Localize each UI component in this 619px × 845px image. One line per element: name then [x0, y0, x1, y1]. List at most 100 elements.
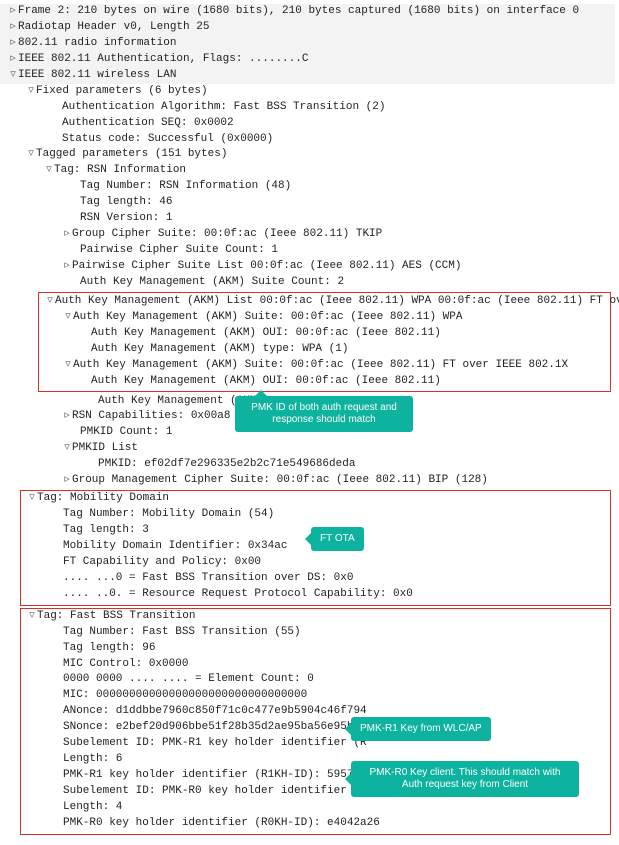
- ft-tag-length: Tag length: 96: [21, 641, 610, 657]
- text: PMK-R1 key holder identifier (R1KH-ID): …: [63, 768, 380, 784]
- highlight-mobility-domain-box: ▿Tag: Mobility Domain Tag Number: Mobili…: [20, 490, 611, 606]
- fixed-params[interactable]: ▿Fixed parameters (6 bytes): [0, 84, 615, 100]
- text: MIC Control: 0x0000: [63, 657, 188, 673]
- akm-suite-count: Auth Key Management (AKM) Suite Count: 2: [0, 275, 615, 291]
- text: RSN Capabilities: 0x00a8: [72, 409, 230, 425]
- rsn-tag-length: Tag length: 46: [0, 195, 615, 211]
- callout-text: PMK ID of both auth request and response…: [251, 402, 397, 425]
- chevron-right-icon: ▹: [8, 52, 18, 68]
- chevron-right-icon: ▹: [8, 20, 18, 36]
- tag-mobility-domain[interactable]: ▿Tag: Mobility Domain: [21, 491, 610, 507]
- callout-pmk-r1: PMK-R1 Key from WLC/AP: [351, 717, 491, 741]
- akm-list[interactable]: ▿Auth Key Management (AKM) List 00:0f:ac…: [39, 294, 610, 310]
- pmkid-value: PMKID: ef02df7e296335e2b2c71e549686deda: [0, 457, 615, 473]
- chevron-down-icon: ▿: [26, 84, 36, 100]
- rsn-tag-number: Tag Number: RSN Information (48): [0, 179, 615, 195]
- akm-suite-wpa[interactable]: ▿Auth Key Management (AKM) Suite: 00:0f:…: [39, 310, 610, 326]
- text: Tag: Mobility Domain: [37, 491, 169, 507]
- ft-tag-number: Tag Number: Fast BSS Transition (55): [21, 625, 610, 641]
- chevron-down-icon: ▿: [26, 147, 36, 163]
- text: RSN Version: 1: [80, 211, 172, 227]
- text: Tag Number: RSN Information (48): [80, 179, 291, 195]
- md-rrp-capability: .... ..0. = Resource Request Protocol Ca…: [21, 587, 610, 603]
- chevron-right-icon: ▹: [62, 409, 72, 425]
- text: Auth Key Management (AKM) Suite: 00:0f:a…: [73, 310, 462, 326]
- section-radiotap[interactable]: ▹Radiotap Header v0, Length 25: [0, 20, 615, 36]
- callout-ft-ota: FT OTA: [311, 527, 364, 551]
- text: ANonce: d1ddbbe7960c850f71c0c477e9b5904c…: [63, 704, 367, 720]
- ft-mic-control: MIC Control: 0x0000: [21, 657, 610, 673]
- group-mgmt-cipher[interactable]: ▹Group Management Cipher Suite: 00:0f:ac…: [0, 473, 615, 489]
- text: Pairwise Cipher Suite List 00:0f:ac (Iee…: [72, 259, 461, 275]
- group-cipher-suite[interactable]: ▹Group Cipher Suite: 00:0f:ac (Ieee 802.…: [0, 227, 615, 243]
- md-tag-number: Tag Number: Mobility Domain (54): [21, 507, 610, 523]
- chevron-down-icon: ▿: [27, 609, 37, 625]
- chevron-down-icon: ▿: [62, 441, 72, 457]
- chevron-right-icon: ▹: [62, 259, 72, 275]
- text: Group Cipher Suite: 00:0f:ac (Ieee 802.1…: [72, 227, 382, 243]
- pairwise-count: Pairwise Cipher Suite Count: 1: [0, 243, 615, 259]
- text: Tag length: 46: [80, 195, 172, 211]
- chevron-right-icon: ▹: [62, 473, 72, 489]
- chevron-down-icon: ▿: [27, 491, 37, 507]
- chevron-right-icon: ▹: [8, 36, 18, 52]
- text: Group Management Cipher Suite: 00:0f:ac …: [72, 473, 488, 489]
- text: IEEE 802.11 Authentication, Flags: .....…: [18, 52, 308, 68]
- ft-r0kh-id: PMK-R0 key holder identifier (R0KH-ID): …: [21, 816, 610, 832]
- text: Auth Key Management (AKM) OUI: 00:0f:ac …: [91, 326, 441, 342]
- ft-length-r0: Length: 4: [21, 800, 610, 816]
- callout-text: PMK-R1 Key from WLC/AP: [360, 723, 482, 734]
- ft-snonce: SNonce: e2bef20d906bbe51f28b35d2ae95ba56…: [21, 720, 610, 736]
- text: Tag: RSN Information: [54, 163, 186, 179]
- text: Tag length: 96: [63, 641, 155, 657]
- chevron-down-icon: ▿: [44, 163, 54, 179]
- callout-text: FT OTA: [320, 533, 355, 544]
- chevron-down-icon: ▿: [45, 294, 55, 310]
- text: .... ..0. = Resource Request Protocol Ca…: [63, 587, 413, 603]
- text: Auth Key Management (AKM) type: WPA (1): [91, 342, 348, 358]
- text: 802.11 radio information: [18, 36, 176, 52]
- text: Auth Key Management (AKM) Suite Count: 2: [80, 275, 344, 291]
- text: PMKID List: [72, 441, 138, 457]
- text: Tagged parameters (151 bytes): [36, 147, 227, 163]
- tagged-params[interactable]: ▿Tagged parameters (151 bytes): [0, 147, 615, 163]
- ft-mic: MIC: 00000000000000000000000000000000: [21, 688, 610, 704]
- text: PMKID: ef02df7e296335e2b2c71e549686deda: [98, 457, 355, 473]
- text: Auth Key Management (AKM) OUI: 00:0f:ac …: [91, 374, 441, 390]
- text: PMKID Count: 1: [80, 425, 172, 441]
- tag-rsn[interactable]: ▿Tag: RSN Information: [0, 163, 615, 179]
- text: SNonce: e2bef20d906bbe51f28b35d2ae95ba56…: [63, 720, 360, 736]
- text: Tag: Fast BSS Transition: [37, 609, 195, 625]
- chevron-down-icon: ▿: [63, 310, 73, 326]
- highlight-akm-box: ▿Auth Key Management (AKM) List 00:0f:ac…: [38, 292, 611, 392]
- section-auth[interactable]: ▹IEEE 802.11 Authentication, Flags: ....…: [0, 52, 615, 68]
- akm-suite-ft[interactable]: ▿Auth Key Management (AKM) Suite: 00:0f:…: [39, 358, 610, 374]
- text: 0000 0000 .... .... = Element Count: 0: [63, 672, 314, 688]
- text: Mobility Domain Identifier: 0x34ac: [63, 539, 287, 555]
- akm-wpa-oui: Auth Key Management (AKM) OUI: 00:0f:ac …: [39, 326, 610, 342]
- text: Tag Number: Fast BSS Transition (55): [63, 625, 301, 641]
- text: .... ...0 = Fast BSS Transition over DS:…: [63, 571, 353, 587]
- chevron-right-icon: ▹: [62, 227, 72, 243]
- tag-fast-bss[interactable]: ▿Tag: Fast BSS Transition: [21, 609, 610, 625]
- text: Length: 6: [63, 752, 122, 768]
- section-wlan[interactable]: ▿IEEE 802.11 wireless LAN: [0, 68, 615, 84]
- packet-dissection-tree: ▹Frame 2: 210 bytes on wire (1680 bits),…: [0, 0, 619, 845]
- text: Pairwise Cipher Suite Count: 1: [80, 243, 278, 259]
- status-code: Status code: Successful (0x0000): [0, 132, 615, 148]
- highlight-fast-bss-box: ▿Tag: Fast BSS Transition Tag Number: Fa…: [20, 608, 611, 835]
- chevron-down-icon: ▿: [63, 358, 73, 374]
- text: Frame 2: 210 bytes on wire (1680 bits), …: [18, 4, 579, 20]
- text: Fixed parameters (6 bytes): [36, 84, 208, 100]
- text: Status code: Successful (0x0000): [62, 132, 273, 148]
- section-radio-info[interactable]: ▹802.11 radio information: [0, 36, 615, 52]
- text: Subelement ID: PMK-R1 key holder identif…: [63, 736, 367, 752]
- text: PMK-R0 key holder identifier (R0KH-ID): …: [63, 816, 380, 832]
- pmkid-list[interactable]: ▿PMKID List: [0, 441, 615, 457]
- text: MIC: 00000000000000000000000000000000: [63, 688, 307, 704]
- pairwise-list[interactable]: ▹Pairwise Cipher Suite List 00:0f:ac (Ie…: [0, 259, 615, 275]
- section-frame[interactable]: ▹Frame 2: 210 bytes on wire (1680 bits),…: [0, 4, 615, 20]
- text: Authentication SEQ: 0x0002: [62, 116, 234, 132]
- text: Auth Key Management (AKM) Suite: 00:0f:a…: [73, 358, 568, 374]
- auth-seq: Authentication SEQ: 0x0002: [0, 116, 615, 132]
